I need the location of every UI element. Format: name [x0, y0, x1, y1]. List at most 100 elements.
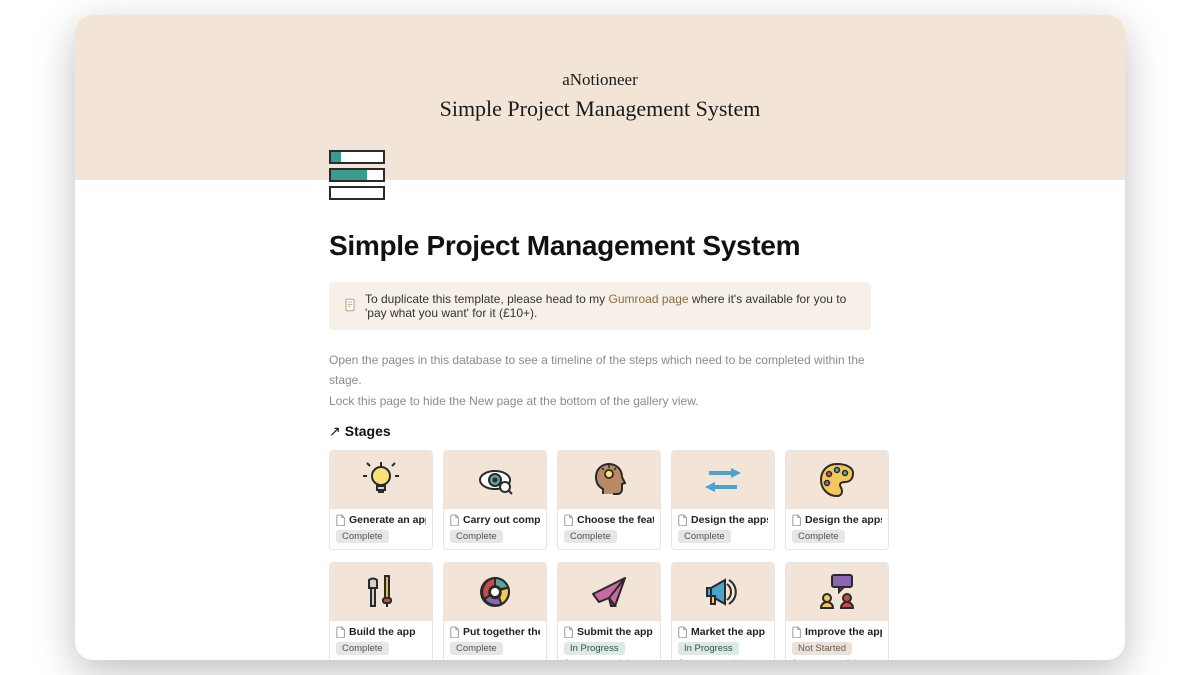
card-cover — [444, 451, 546, 509]
stage-title-row: Market the app — [678, 626, 768, 638]
palette-icon — [817, 460, 857, 500]
card-cover — [672, 563, 774, 621]
card-cover — [558, 563, 660, 621]
document-icon — [792, 514, 802, 526]
card-cover — [672, 451, 774, 509]
stage-title-row: Put together the ma... — [450, 626, 540, 638]
stage-card[interactable]: Design the apps use... Complete — [785, 450, 889, 550]
stage-card[interactable]: Market the app In Progress 3 steps remai… — [671, 562, 775, 660]
document-icon — [450, 514, 460, 526]
stage-card[interactable]: Put together the ma... Complete — [443, 562, 547, 660]
stage-card[interactable]: Improve the app bas... Not Started 1 ste… — [785, 562, 889, 660]
stage-title-row: Design the apps use... — [792, 514, 882, 526]
stage-title-row: Design the apps use... — [678, 514, 768, 526]
document-icon — [564, 626, 574, 638]
card-cover — [330, 451, 432, 509]
stage-title-row: Carry out competitiv... — [450, 514, 540, 526]
document-icon — [450, 626, 460, 638]
stage-card[interactable]: Design the apps use... Complete — [671, 450, 775, 550]
feedback-icon — [817, 572, 857, 612]
card-cover — [444, 563, 546, 621]
stage-title: Build the app — [349, 626, 416, 638]
status-badge: Complete — [336, 642, 389, 655]
head-idea-icon — [589, 460, 629, 500]
card-cover — [558, 451, 660, 509]
card-cover — [786, 451, 888, 509]
status-badge: In Progress — [678, 642, 739, 655]
stage-title-row: Submit the app to th... — [564, 626, 654, 638]
hero-title: Simple Project Management System — [75, 96, 1125, 122]
stage-title: Design the apps use... — [691, 514, 768, 526]
status-badge: In Progress — [564, 642, 625, 655]
status-badge: Complete — [450, 530, 503, 543]
stage-title: Carry out competitiv... — [463, 514, 540, 526]
card-body: Generate an app idea Complete — [330, 509, 432, 549]
stage-card[interactable]: Build the app Complete — [329, 562, 433, 660]
document-icon — [678, 626, 688, 638]
callout-block: To duplicate this template, please head … — [329, 282, 871, 330]
card-cover — [330, 563, 432, 621]
stage-title-row: Improve the app bas... — [792, 626, 882, 638]
help-line-1: Open the pages in this database to see a… — [329, 350, 871, 391]
tools-icon — [361, 572, 401, 612]
stage-title: Design the apps use... — [805, 514, 882, 526]
card-body: Market the app In Progress 3 steps remai… — [672, 621, 774, 660]
page-icon — [343, 298, 357, 315]
stage-remaining: 3 steps remaining — [564, 658, 654, 660]
megaphone-icon — [703, 572, 743, 612]
eye-icon — [475, 460, 515, 500]
gumroad-link[interactable]: Gumroad page — [608, 292, 688, 306]
card-body: Submit the app to th... In Progress 3 st… — [558, 621, 660, 660]
stage-card[interactable]: Submit the app to th... In Progress 3 st… — [557, 562, 661, 660]
hero-author: aNotioneer — [75, 15, 1125, 90]
app-window: aNotioneer Simple Project Management Sys… — [75, 15, 1125, 660]
help-line-2: Lock this page to hide the New page at t… — [329, 391, 871, 411]
stage-title: Improve the app bas... — [805, 626, 882, 638]
status-badge: Not Started — [792, 642, 852, 655]
paperplane-icon — [589, 572, 629, 612]
card-body: Design the apps use... Complete — [672, 509, 774, 549]
callout-text: To duplicate this template, please head … — [365, 292, 857, 320]
database-title[interactable]: ↗Stages — [329, 423, 871, 440]
open-arrow-icon: ↗ — [329, 423, 341, 439]
stage-card[interactable]: Generate an app idea Complete — [329, 450, 433, 550]
card-body: Carry out competitiv... Complete — [444, 509, 546, 549]
status-badge: Complete — [792, 530, 845, 543]
page-content: Simple Project Management System To dupl… — [75, 230, 1125, 660]
stage-card[interactable]: Carry out competitiv... Complete — [443, 450, 547, 550]
card-body: Design the apps use... Complete — [786, 509, 888, 549]
document-icon — [336, 514, 346, 526]
stages-gallery: Generate an app idea Complete Carry out … — [329, 450, 871, 660]
page-title: Simple Project Management System — [329, 230, 871, 262]
card-body: Improve the app bas... Not Started 1 ste… — [786, 621, 888, 660]
status-badge: Complete — [678, 530, 731, 543]
status-badge: Complete — [336, 530, 389, 543]
stage-title: Choose the features... — [577, 514, 654, 526]
hero-banner: aNotioneer Simple Project Management Sys… — [75, 15, 1125, 180]
arrows-icon — [703, 460, 743, 500]
stage-title: Generate an app idea — [349, 514, 426, 526]
document-icon — [678, 514, 688, 526]
lightbulb-icon — [361, 460, 401, 500]
card-cover — [786, 563, 888, 621]
donut-icon — [475, 572, 515, 612]
stage-title-row: Generate an app idea — [336, 514, 426, 526]
status-badge: Complete — [564, 530, 617, 543]
stage-remaining: 3 steps remaining — [678, 658, 768, 660]
document-icon — [792, 626, 802, 638]
card-body: Build the app Complete — [330, 621, 432, 660]
stage-title: Market the app — [691, 626, 765, 638]
stage-card[interactable]: Choose the features... Complete — [557, 450, 661, 550]
help-text: Open the pages in this database to see a… — [329, 350, 871, 411]
status-badge: Complete — [450, 642, 503, 655]
stage-title-row: Choose the features... — [564, 514, 654, 526]
card-body: Choose the features... Complete — [558, 509, 660, 549]
stage-title-row: Build the app — [336, 626, 426, 638]
document-icon — [564, 514, 574, 526]
document-icon — [336, 626, 346, 638]
stage-title: Put together the ma... — [463, 626, 540, 638]
page-icon-progress-bars-icon — [329, 150, 385, 206]
card-body: Put together the ma... Complete — [444, 621, 546, 660]
stage-remaining: 1 steps remaining — [792, 658, 882, 660]
stage-title: Submit the app to th... — [577, 626, 654, 638]
